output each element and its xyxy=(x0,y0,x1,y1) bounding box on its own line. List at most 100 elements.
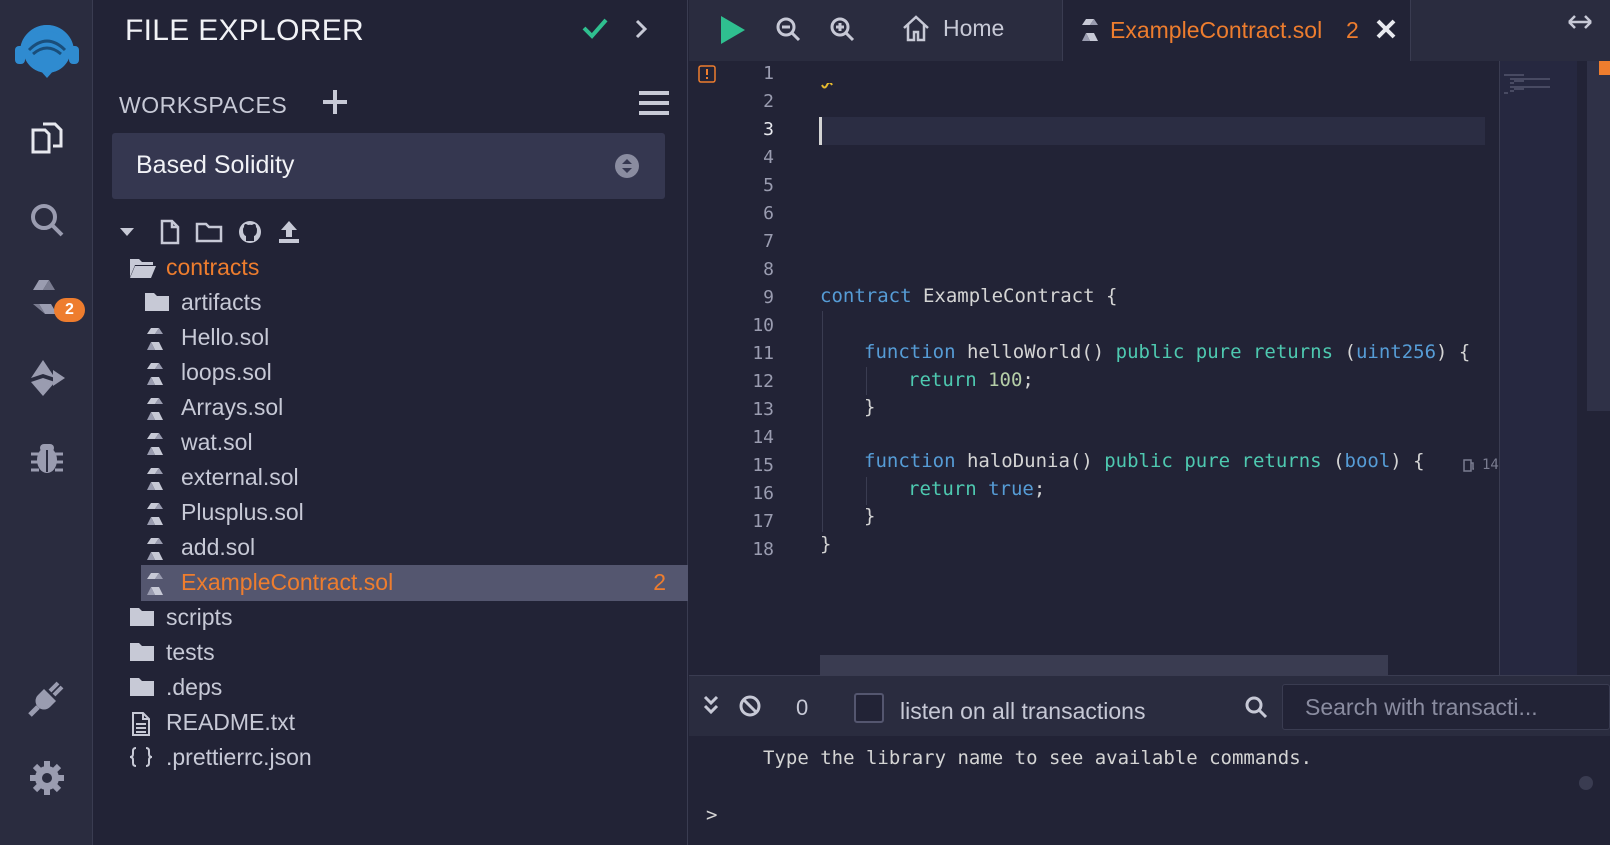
new-folder-icon[interactable] xyxy=(195,220,223,244)
tree-item-deps[interactable]: .deps xyxy=(93,670,688,706)
code-line-15: function haloDunia() public pure returns… xyxy=(864,450,1425,472)
code-token: returns xyxy=(1252,341,1334,363)
tree-item-label: scripts xyxy=(166,604,233,630)
tree-item-prettierrc-json[interactable]: .prettierrc.json xyxy=(93,740,688,776)
line-number: 14 xyxy=(752,427,774,448)
tree-item-readme-txt[interactable]: README.txt xyxy=(93,705,688,741)
solidity-compiler-icon[interactable]: 2 xyxy=(0,268,93,328)
debugger-icon[interactable] xyxy=(0,428,93,488)
code-token: ( xyxy=(1333,341,1356,363)
code-token: ) { xyxy=(1390,450,1425,472)
code-token: helloWorld() xyxy=(955,341,1116,363)
upload-icon[interactable] xyxy=(277,219,301,245)
code-token: function xyxy=(864,450,956,472)
solidity-file-icon xyxy=(146,572,164,596)
line-number: 5 xyxy=(763,175,774,196)
zoom-in-icon[interactable] xyxy=(829,16,855,47)
checkmark-icon xyxy=(581,16,609,45)
solidity-file-icon xyxy=(1081,18,1099,47)
scrollbar-warning-marker xyxy=(1599,61,1610,75)
new-file-icon[interactable] xyxy=(159,219,181,245)
plugin-manager-icon[interactable] xyxy=(0,668,93,728)
code-line-17: } xyxy=(864,505,876,527)
tree-item-label: ExampleContract.sol xyxy=(181,569,394,595)
code-token: return xyxy=(908,478,977,500)
tab-problem-count: 2 xyxy=(1346,17,1359,43)
line-number: 2 xyxy=(763,91,774,112)
line-number: 13 xyxy=(752,399,774,420)
zoom-out-icon[interactable] xyxy=(775,16,801,47)
run-script-icon[interactable] xyxy=(719,14,747,51)
collapse-caret-icon[interactable] xyxy=(119,226,135,238)
code-token: uint256 xyxy=(1355,341,1437,363)
editor-area: Home ExampleContract.sol 2 1 2 3 4 5 6 7… xyxy=(689,0,1610,675)
code-minimap[interactable] xyxy=(1499,61,1577,675)
tree-item-loops-sol[interactable]: loops.sol xyxy=(93,355,688,391)
tab-home[interactable]: Home xyxy=(901,14,1004,42)
tree-item-wat-sol[interactable]: wat.sol xyxy=(93,425,688,461)
tree-item-label: loops.sol xyxy=(181,359,272,385)
terminal-message: Type the library name to see available c… xyxy=(763,747,1313,769)
vertical-scrollbar[interactable] xyxy=(1587,61,1610,411)
file-tree-toolbar xyxy=(119,217,315,247)
tree-item-contracts[interactable]: contracts xyxy=(93,250,688,286)
tree-item-examplecontract-sol[interactable]: ExampleContract.sol 2 xyxy=(141,565,688,601)
code-token: ) { xyxy=(1436,341,1471,363)
compiler-warning-badge: 2 xyxy=(54,298,85,322)
gas-pump-icon xyxy=(1462,458,1476,472)
tab-active-label: ExampleContract.sol xyxy=(1110,17,1323,43)
code-token: ; xyxy=(1022,369,1034,391)
settings-icon[interactable] xyxy=(0,748,93,808)
tree-item-label: contracts xyxy=(166,254,260,280)
tree-item-tests[interactable]: tests xyxy=(93,635,688,671)
line-number: 6 xyxy=(763,203,774,224)
tab-examplecontract-sol[interactable]: ExampleContract.sol 2 xyxy=(1062,0,1411,61)
tree-item-hello-sol[interactable]: Hello.sol xyxy=(93,320,688,356)
line-number: 8 xyxy=(763,259,774,280)
close-tab-icon[interactable] xyxy=(1375,18,1397,45)
tree-item-label: tests xyxy=(166,639,215,665)
code-token: true xyxy=(988,478,1034,500)
code-token: return xyxy=(908,369,977,391)
listen-all-checkbox[interactable] xyxy=(854,693,884,723)
tree-item-arrays-sol[interactable]: Arrays.sol xyxy=(93,390,688,426)
horizontal-scrollbar[interactable] xyxy=(820,655,1388,675)
terminal-prompt[interactable]: > xyxy=(706,804,717,826)
workspace-select[interactable]: Based Solidity xyxy=(112,133,665,199)
code-token: public xyxy=(1115,341,1185,363)
warning-squiggle xyxy=(821,78,833,96)
tree-item-artifacts[interactable]: artifacts xyxy=(93,285,688,321)
tree-item-label: external.sol xyxy=(181,464,299,490)
deploy-run-icon[interactable] xyxy=(0,348,93,408)
github-icon[interactable] xyxy=(237,219,263,245)
search-icon[interactable] xyxy=(0,190,93,250)
workspace-menu-icon[interactable] xyxy=(639,90,669,121)
text-file-icon xyxy=(131,712,151,736)
expand-horizontal-icon[interactable] xyxy=(1567,14,1593,35)
code-token: public xyxy=(1104,450,1173,472)
tree-item-external-sol[interactable]: external.sol xyxy=(93,460,688,496)
code-token: pure xyxy=(1184,450,1231,472)
file-explorer-icon[interactable] xyxy=(0,108,93,168)
solidity-file-icon xyxy=(146,502,164,526)
chevrons-down-icon[interactable] xyxy=(702,694,720,721)
text-caret xyxy=(819,117,822,145)
line-number: 10 xyxy=(752,315,774,336)
tree-item-scripts[interactable]: scripts xyxy=(93,600,688,636)
code-line-18: } xyxy=(820,533,832,555)
tree-item-add-sol[interactable]: add.sol xyxy=(93,530,688,566)
remix-logo-icon[interactable] xyxy=(0,14,93,84)
create-workspace-button[interactable] xyxy=(321,88,349,121)
terminal-toolbar: 0 listen on all transactions xyxy=(689,676,1610,736)
indent-guide xyxy=(866,477,867,505)
folder-icon xyxy=(129,677,155,697)
tree-item-label: README.txt xyxy=(166,709,296,735)
transaction-search-input[interactable] xyxy=(1282,684,1610,730)
icon-panel: 2 xyxy=(0,0,93,845)
line-number: 1 xyxy=(763,63,774,84)
code-editor[interactable] xyxy=(820,61,1485,675)
chevron-right-icon[interactable] xyxy=(633,18,649,45)
tree-item-plusplus-sol[interactable]: Plusplus.sol xyxy=(93,495,688,531)
clear-console-icon[interactable] xyxy=(738,694,762,723)
editor-tab-bar: Home ExampleContract.sol 2 xyxy=(689,0,1610,61)
